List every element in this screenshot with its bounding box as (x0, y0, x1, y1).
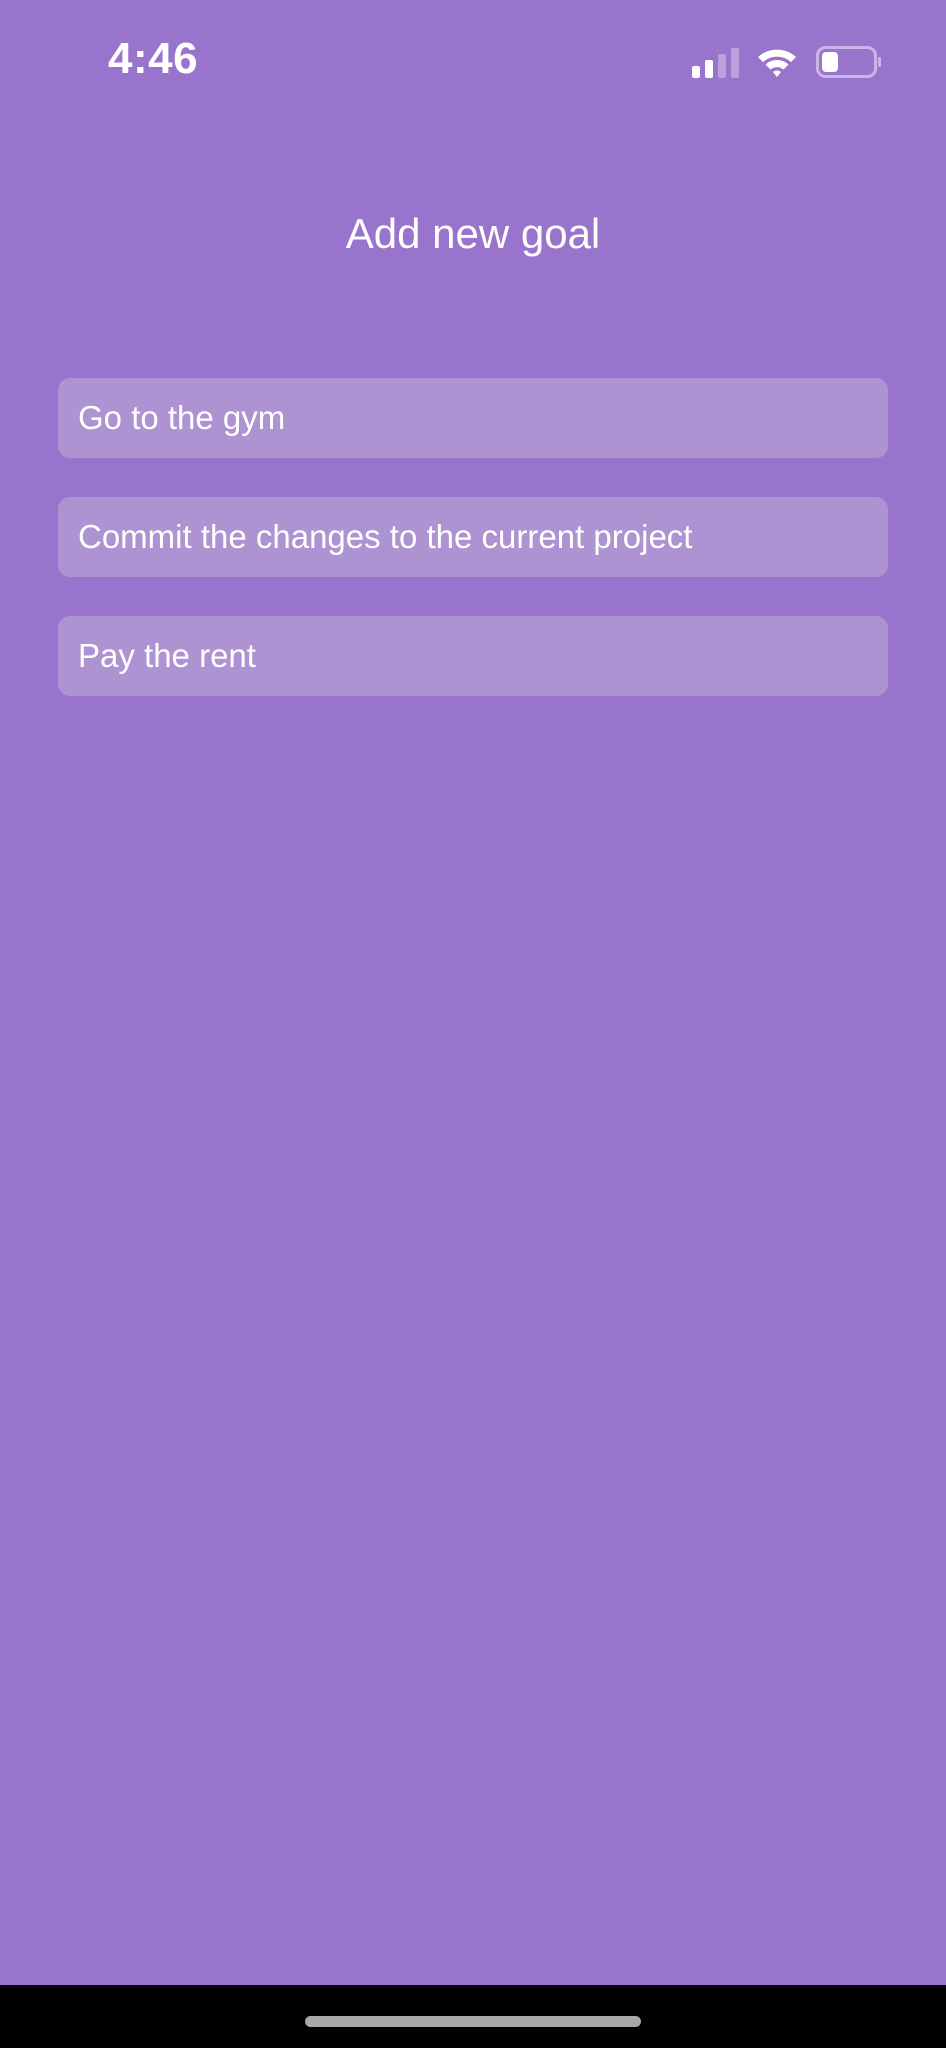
home-indicator[interactable] (305, 2016, 641, 2027)
wifi-icon (758, 49, 796, 77)
goal-item[interactable]: Commit the changes to the current projec… (58, 497, 888, 577)
battery-icon (816, 46, 881, 78)
status-time: 4:46 (108, 34, 199, 83)
page-title: Add new goal (345, 210, 601, 257)
goal-item[interactable]: Pay the rent (58, 616, 888, 696)
cellular-signal-icon (692, 48, 739, 78)
goal-item[interactable]: Go to the gym (58, 378, 888, 458)
status-bar: 4:46 (0, 0, 946, 120)
goal-list: Go to the gym Commit the changes to the … (58, 378, 888, 735)
app-screen: 4:46 Add new goal Go to the gym Commit t… (0, 0, 946, 1985)
